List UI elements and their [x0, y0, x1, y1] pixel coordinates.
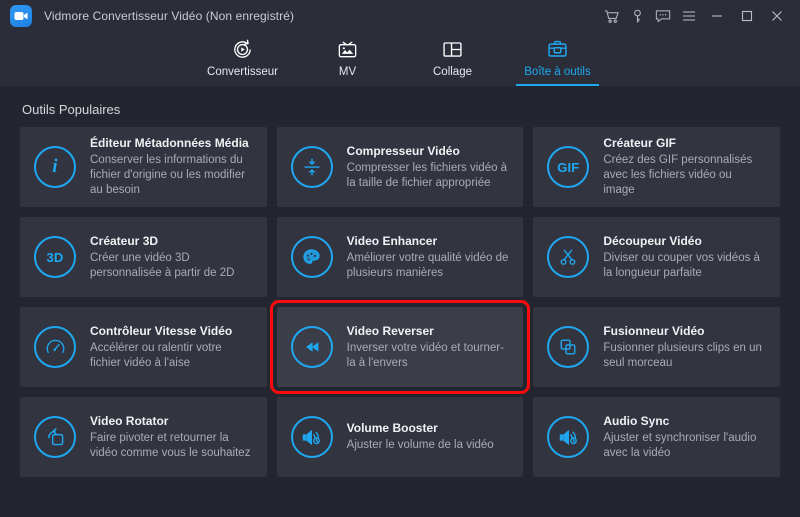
maximize-icon[interactable] — [732, 3, 762, 29]
feedback-icon[interactable] — [650, 3, 676, 29]
tool-description: Améliorer votre qualité vidéo de plusieu… — [347, 251, 510, 281]
compress-icon — [291, 146, 333, 188]
gif-icon: GIF — [547, 146, 589, 188]
window-controls — [598, 3, 792, 29]
tool-title: Découpeur Vidéo — [603, 234, 766, 248]
tab-mv[interactable]: MV — [306, 32, 389, 86]
tool-description: Inverser votre vidéo et tourner-la à l'e… — [347, 341, 510, 371]
tool-card-video-rotator[interactable]: Video Rotator Faire pivoter et retourner… — [20, 397, 267, 477]
toolbox-content: Outils Populaires i Éditeur Métadonnées … — [0, 86, 800, 517]
tool-title: Créateur GIF — [603, 136, 766, 150]
tool-title: Volume Booster — [347, 421, 494, 435]
tab-label: Collage — [433, 66, 472, 78]
tool-description: Accélérer ou ralentir votre fichier vidé… — [90, 341, 253, 371]
tool-title: Contrôleur Vitesse Vidéo — [90, 324, 253, 338]
tool-title: Video Rotator — [90, 414, 253, 428]
tool-description: Ajuster et synchroniser l'audio avec la … — [603, 431, 766, 461]
tab-label: MV — [339, 66, 356, 78]
tool-description: Compresser les fichiers vidéo à la taill… — [347, 161, 510, 191]
cart-icon[interactable] — [598, 3, 624, 29]
tool-title: Fusionneur Vidéo — [603, 324, 766, 338]
tool-description: Ajuster le volume de la vidéo — [347, 438, 494, 453]
tool-card-video-speed-controller[interactable]: Contrôleur Vitesse Vidéo Accélérer ou ra… — [20, 307, 267, 387]
tool-title: Audio Sync — [603, 414, 766, 428]
speedometer-icon — [34, 326, 76, 368]
palette-icon — [291, 236, 333, 278]
tool-title: Créateur 3D — [90, 234, 253, 248]
section-title: Outils Populaires — [22, 102, 780, 117]
rotate-icon — [34, 416, 76, 458]
3d-icon: 3D — [34, 236, 76, 278]
tab-collage[interactable]: Collage — [411, 32, 494, 86]
tool-title: Video Enhancer — [347, 234, 510, 248]
tool-description: Faire pivoter et retourner la vidéo comm… — [90, 431, 253, 461]
volume-up-icon — [291, 416, 333, 458]
rewind-icon — [291, 326, 333, 368]
merge-squares-icon — [547, 326, 589, 368]
minimize-icon[interactable] — [702, 3, 732, 29]
scissors-icon — [547, 236, 589, 278]
tool-title: Éditeur Métadonnées Média — [90, 136, 253, 150]
tab-label: Convertisseur — [207, 66, 278, 78]
picture-tv-icon — [336, 36, 359, 62]
tool-card-audio-sync[interactable]: Audio Sync Ajuster et synchroniser l'aud… — [533, 397, 780, 477]
tool-description: Fusionner plusieurs clips en un seul mor… — [603, 341, 766, 371]
tab-boite-a-outils[interactable]: Boîte à outils — [516, 32, 599, 86]
tab-convertisseur[interactable]: Convertisseur — [201, 32, 284, 86]
tool-title: Compresseur Vidéo — [347, 144, 510, 158]
window-title: Vidmore Convertisseur Vidéo (Non enregis… — [44, 9, 294, 23]
main-navigation: Convertisseur MV Collage — [0, 32, 800, 86]
title-bar: Vidmore Convertisseur Vidéo (Non enregis… — [0, 0, 800, 32]
toolbox-icon — [546, 36, 569, 62]
app-logo — [10, 5, 32, 27]
key-icon[interactable] — [624, 3, 650, 29]
convert-circle-icon — [231, 36, 254, 62]
tools-grid: i Éditeur Métadonnées Média Conserver le… — [20, 127, 780, 477]
close-icon[interactable] — [762, 3, 792, 29]
menu-icon[interactable] — [676, 3, 702, 29]
tool-card-metadata-editor[interactable]: i Éditeur Métadonnées Média Conserver le… — [20, 127, 267, 207]
tool-card-video-trimmer[interactable]: Découpeur Vidéo Diviser ou couper vos vi… — [533, 217, 780, 297]
tool-card-video-merger[interactable]: Fusionneur Vidéo Fusionner plusieurs cli… — [533, 307, 780, 387]
tool-card-video-enhancer[interactable]: Video Enhancer Améliorer votre qualité v… — [277, 217, 524, 297]
tool-description: Diviser ou couper vos vidéos à la longue… — [603, 251, 766, 281]
tool-card-gif-maker[interactable]: GIF Créateur GIF Créez des GIF personnal… — [533, 127, 780, 207]
collage-grid-icon — [441, 36, 464, 62]
tool-card-3d-maker[interactable]: 3D Créateur 3D Créer une vidéo 3D person… — [20, 217, 267, 297]
tool-card-video-reverser[interactable]: Video Reverser Inverser votre vidéo et t… — [277, 307, 524, 387]
info-icon: i — [34, 146, 76, 188]
tool-description: Créez des GIF personnalisés avec les fic… — [603, 153, 766, 198]
tool-card-video-compressor[interactable]: Compresseur Vidéo Compresser les fichier… — [277, 127, 524, 207]
tool-title: Video Reverser — [347, 324, 510, 338]
tool-card-volume-booster[interactable]: Volume Booster Ajuster le volume de la v… — [277, 397, 524, 477]
tool-description: Créer une vidéo 3D personnalisée à parti… — [90, 251, 253, 281]
tab-label: Boîte à outils — [524, 66, 590, 78]
active-tab-indicator — [516, 84, 599, 86]
audio-sync-icon — [547, 416, 589, 458]
tool-description: Conserver les informations du fichier d'… — [90, 153, 253, 198]
